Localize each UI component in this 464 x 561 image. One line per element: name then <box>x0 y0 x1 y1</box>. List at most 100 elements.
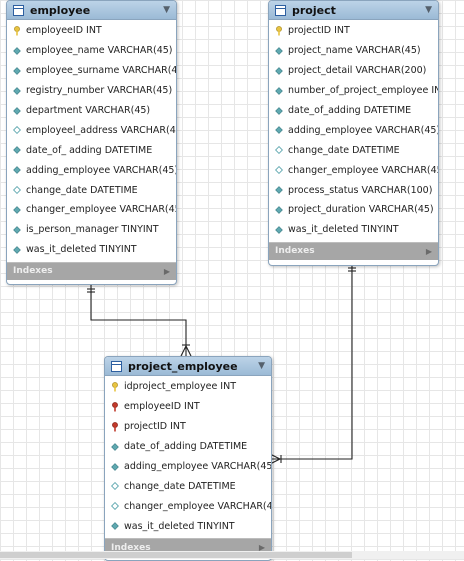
project-table-title: project <box>292 3 336 17</box>
not-null-icon <box>274 106 284 115</box>
column-row[interactable]: adding_employee VARCHAR(45) <box>105 457 271 477</box>
column-row[interactable]: change_date DATETIME <box>7 180 176 200</box>
project-employee-table-title: project_employee <box>128 359 238 373</box>
table-icon <box>275 4 286 16</box>
primary-key-icon <box>110 382 120 392</box>
employee-table-header[interactable]: employee ▼ <box>7 1 176 20</box>
horizontal-scrollbar[interactable] <box>0 551 464 559</box>
table-icon <box>13 4 24 16</box>
column-row[interactable]: idproject_employee INT <box>105 377 271 397</box>
column-row[interactable]: projectID INT <box>105 417 271 437</box>
foreign-key-icon <box>110 421 120 432</box>
expand-arrow-icon[interactable]: ▶ <box>426 247 432 256</box>
column-label: project_detail VARCHAR(200) <box>288 65 427 77</box>
not-null-icon <box>12 47 22 55</box>
not-null-icon <box>274 186 284 194</box>
column-row[interactable]: changer_employee VARCHAR(45) <box>105 496 271 516</box>
not-null-icon <box>12 146 22 155</box>
employee-columns: employeeID INT employee_name VARCHAR(45) e… <box>7 20 176 262</box>
not-null-icon <box>274 226 284 234</box>
nullable-icon <box>12 126 22 135</box>
column-row[interactable]: registry_number VARCHAR(45) <box>7 81 176 101</box>
column-row[interactable]: was_it_deleted TINYINT <box>105 516 271 536</box>
column-row[interactable]: change_date DATETIME <box>269 140 438 160</box>
column-label: change_date DATETIME <box>288 144 400 156</box>
column-row[interactable]: project_name VARCHAR(45) <box>269 41 438 61</box>
column-row[interactable]: employeeID INT <box>7 21 176 41</box>
column-label: employee_surname VARCHAR(45) <box>26 65 177 77</box>
column-row[interactable]: adding_employee VARCHAR(45) <box>7 160 176 180</box>
column-row[interactable]: change_date DATETIME <box>105 476 271 496</box>
column-row[interactable]: project_duration VARCHAR(45) <box>269 200 438 220</box>
column-label: number_of_project_employee INT <box>288 85 439 97</box>
column-row[interactable]: date_of_adding DATETIME <box>269 101 438 121</box>
expand-arrow-icon[interactable]: ▶ <box>164 267 170 276</box>
column-row[interactable]: employeeID INT <box>105 397 271 417</box>
collapse-chevron-icon[interactable]: ▼ <box>425 5 432 15</box>
column-label: employee_name VARCHAR(45) <box>26 45 173 57</box>
nullable-icon <box>12 186 22 195</box>
project-project-employee-relationship <box>270 264 353 460</box>
column-label: date_of_adding DATETIME <box>288 105 412 116</box>
not-null-icon <box>12 206 22 214</box>
project-table[interactable]: project ▼ projectID INT project_name VARC… <box>268 0 439 266</box>
column-row[interactable]: employeel_address VARCHAR(45) <box>7 120 176 140</box>
not-null-icon <box>12 66 22 75</box>
column-row[interactable]: project_detail VARCHAR(200) <box>269 61 438 81</box>
column-row[interactable]: date_of_adding DATETIME <box>105 437 271 457</box>
column-label: department VARCHAR(45) <box>26 105 151 116</box>
not-null-icon <box>12 226 22 234</box>
column-label: was_it_deleted TINYINT <box>26 244 137 256</box>
employee-table[interactable]: employee ▼ employeeID INT employee_name V… <box>6 0 177 285</box>
collapse-chevron-icon[interactable]: ▼ <box>258 361 265 371</box>
not-null-icon <box>12 86 22 95</box>
not-null-icon <box>274 206 284 214</box>
column-label: date_of_ adding DATETIME <box>26 144 153 156</box>
column-label: is_person_manager TINYINT <box>26 224 159 236</box>
project-employee-table[interactable]: project_employee ▼ idproject_employee IN… <box>104 356 272 561</box>
employee-table-title: employee <box>30 3 91 17</box>
scrollbar-thumb[interactable] <box>0 552 352 558</box>
column-row[interactable]: is_person_manager TINYINT <box>7 220 176 240</box>
indexes-label: Indexes <box>275 246 315 257</box>
not-null-icon <box>110 442 120 451</box>
column-row[interactable]: changer_employee VARCHAR(45) <box>7 200 176 220</box>
project-indexes-footer[interactable]: Indexes ▶ <box>269 241 438 260</box>
project-columns: projectID INT project_name VARCHAR(45) pro… <box>269 20 438 242</box>
column-label: idproject_employee INT <box>124 381 237 393</box>
not-null-icon <box>12 166 22 174</box>
employee-indexes-footer[interactable]: Indexes ▶ <box>7 261 176 280</box>
column-row[interactable]: department VARCHAR(45) <box>7 101 176 121</box>
not-null-icon <box>274 126 284 135</box>
column-row[interactable]: was_it_deleted TINYINT <box>7 240 176 260</box>
column-row[interactable]: number_of_project_employee INT <box>269 81 438 101</box>
column-label: project_duration VARCHAR(45) <box>288 204 434 216</box>
column-label: projectID INT <box>288 25 350 37</box>
nullable-icon <box>110 482 120 491</box>
column-row[interactable]: employee_name VARCHAR(45) <box>7 41 176 61</box>
not-null-icon <box>12 106 22 115</box>
table-icon <box>111 360 122 372</box>
column-label: was_it_deleted TINYINT <box>124 520 235 532</box>
column-row[interactable]: date_of_ adding DATETIME <box>7 140 176 160</box>
project-employee-crowfoot-right <box>185 345 192 357</box>
column-label: change_date DATETIME <box>124 480 236 492</box>
column-row[interactable]: employee_surname VARCHAR(45) <box>7 61 176 81</box>
column-label: project_name VARCHAR(45) <box>288 45 421 57</box>
project-employee-table-header[interactable]: project_employee ▼ <box>105 357 271 376</box>
column-row[interactable]: process_status VARCHAR(100) <box>269 180 438 200</box>
column-row[interactable]: changer_employee VARCHAR(45) <box>269 160 438 180</box>
column-label: change_date DATETIME <box>26 184 138 196</box>
column-label: adding_employee VARCHAR(45) <box>26 164 177 176</box>
collapse-chevron-icon[interactable]: ▼ <box>163 5 170 15</box>
column-label: employeeID INT <box>26 25 102 37</box>
column-row[interactable]: adding_employee VARCHAR(45) <box>269 120 438 140</box>
column-row[interactable]: was_it_deleted TINYINT <box>269 220 438 240</box>
project-table-header[interactable]: project ▼ <box>269 1 438 20</box>
column-label: was_it_deleted TINYINT <box>288 224 399 236</box>
column-label: changer_employee VARCHAR(45) <box>288 164 439 176</box>
column-row[interactable]: projectID INT <box>269 21 438 41</box>
primary-key-icon <box>274 26 284 36</box>
foreign-key-icon <box>110 401 120 412</box>
column-label: date_of_adding DATETIME <box>124 441 248 453</box>
